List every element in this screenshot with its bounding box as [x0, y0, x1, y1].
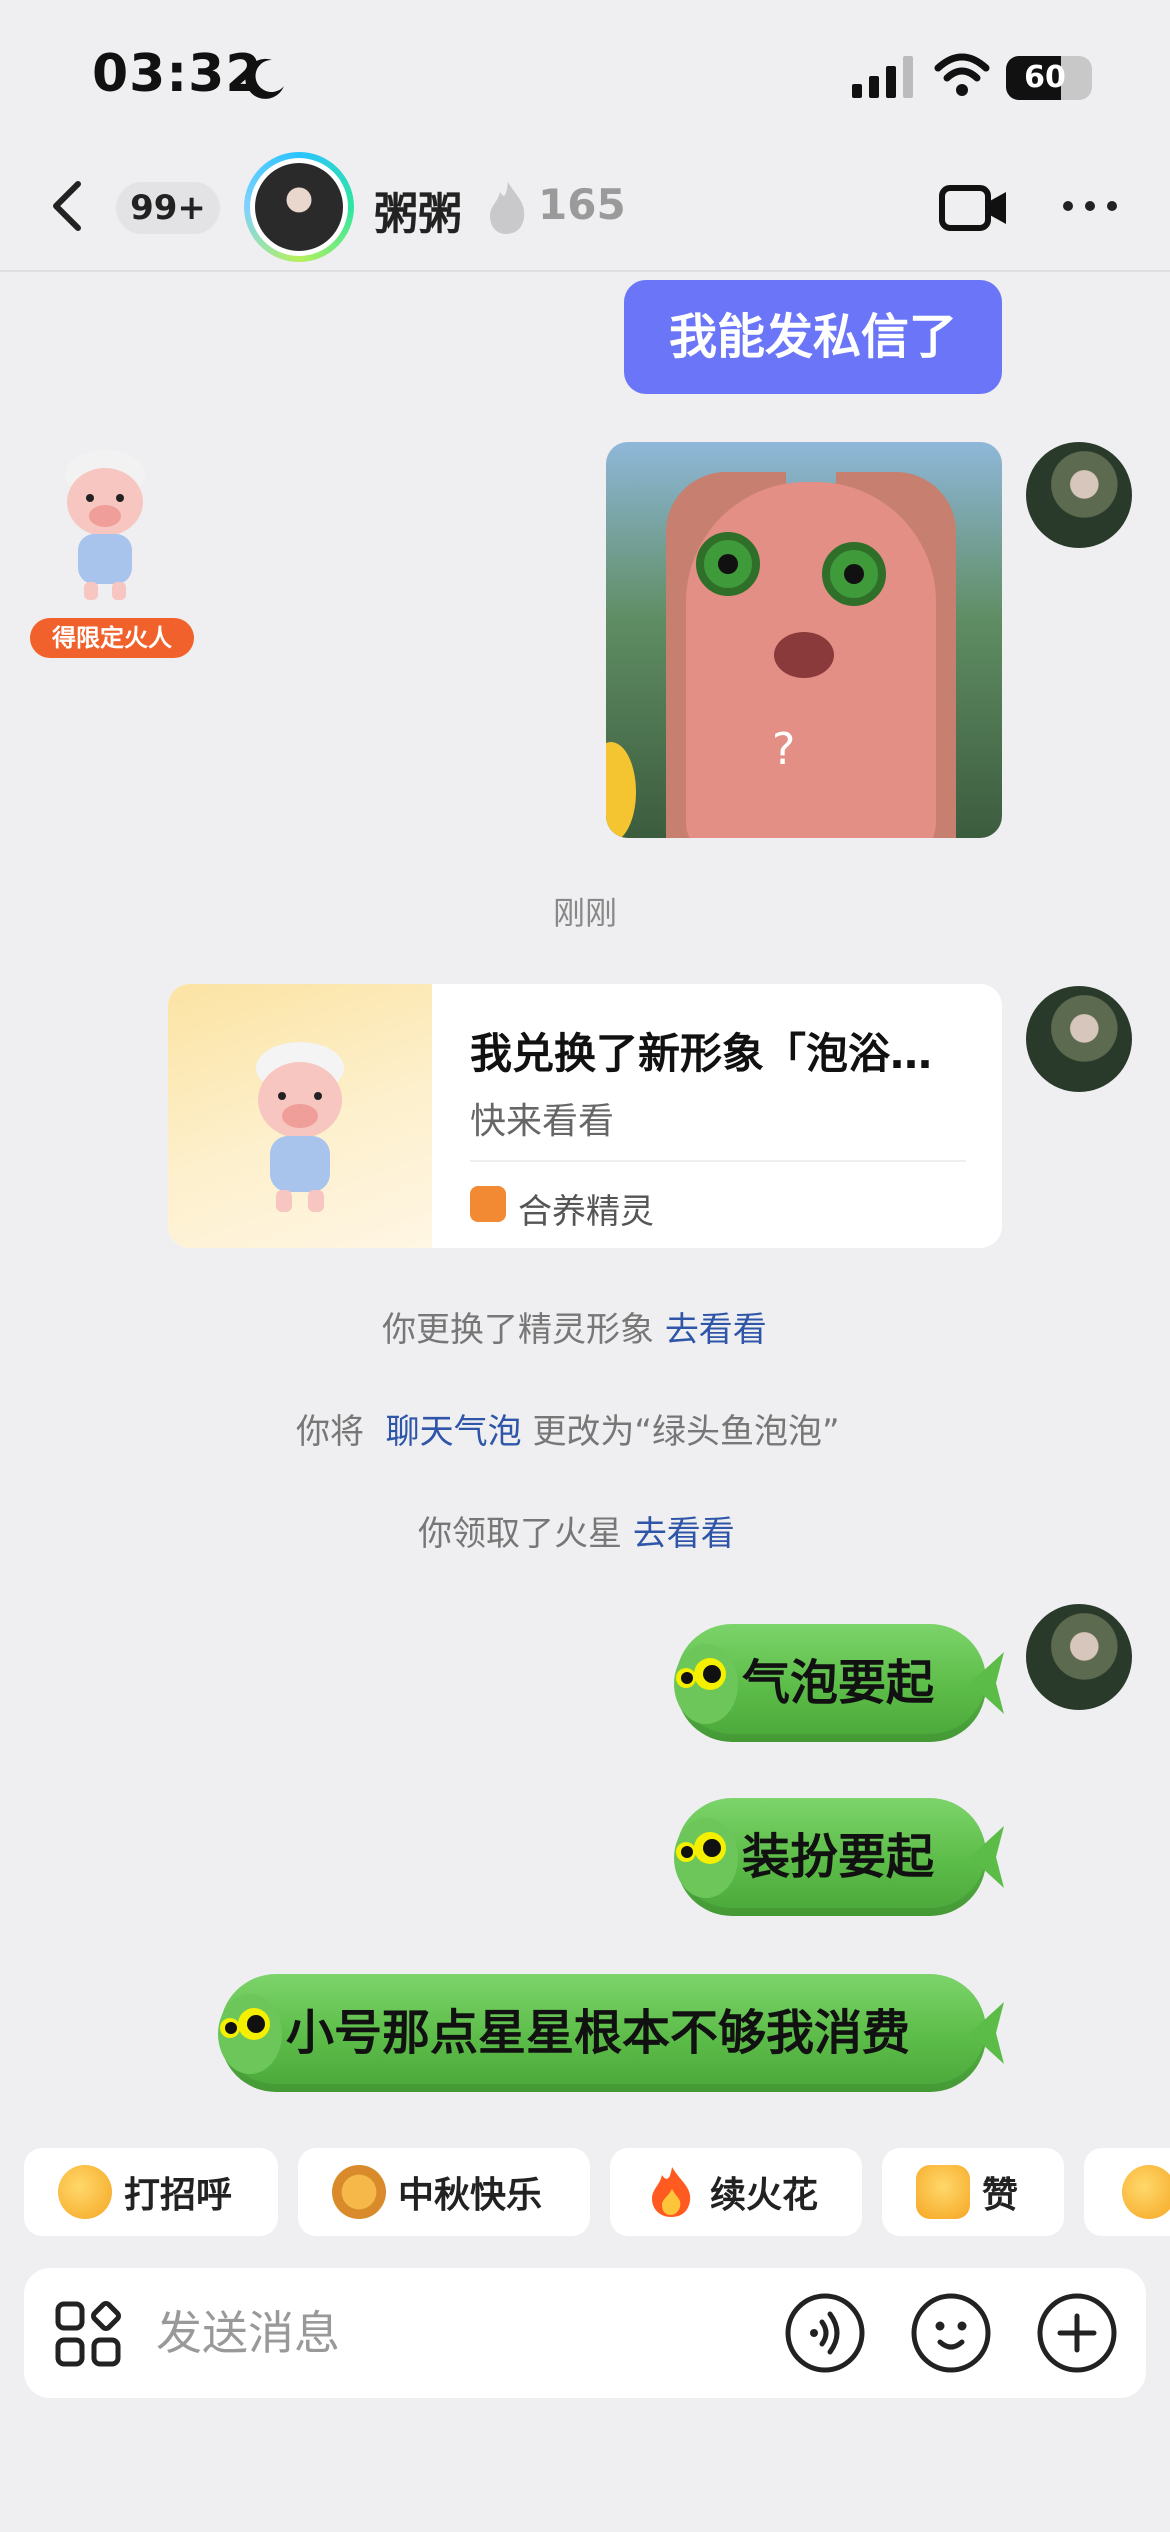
share-card[interactable]: 我兑换了新形象「泡浴… 快来看看 合养精灵: [168, 984, 1002, 1248]
unread-badge[interactable]: 99+: [116, 182, 220, 234]
sticker-caption: ?: [772, 724, 796, 775]
status-time: 03:32: [92, 44, 263, 104]
apps-grid-icon[interactable]: [54, 2300, 122, 2368]
flame-count: 165: [538, 180, 626, 229]
my-avatar[interactable]: [1026, 442, 1132, 548]
input-bar: [24, 2268, 1146, 2398]
header-divider: [0, 270, 1170, 272]
fish-bubble-text: 装扮要起: [742, 1829, 935, 1885]
card-image: [168, 984, 432, 1248]
pig-icon: [256, 1042, 344, 1212]
mooncake-icon: [332, 2165, 386, 2219]
voice-icon[interactable]: [784, 2292, 866, 2374]
quick-reply-chip[interactable]: 赞: [882, 2148, 1064, 2236]
contact-name[interactable]: 粥粥: [374, 178, 462, 242]
fish-bubble-message[interactable]: 小号那点星星根本不够我消费: [218, 1974, 1004, 2092]
quick-reply-chip[interactable]: 打招呼: [24, 2148, 278, 2236]
system-message: 你更换了精灵形象 去看看: [382, 1302, 767, 1351]
quick-reply-label: 续火花: [710, 2175, 819, 2216]
view-link[interactable]: 去看看: [665, 1310, 767, 1350]
plus-icon[interactable]: [1036, 2292, 1118, 2374]
signal-icon: [852, 56, 913, 98]
card-subtitle: 快来看看: [470, 1101, 615, 1142]
message-input[interactable]: [156, 2296, 756, 2370]
battery-level: 60: [1024, 60, 1066, 95]
chat-bubble-link[interactable]: 聊天气泡: [386, 1412, 522, 1452]
fire-icon: [652, 2167, 691, 2217]
fish-bubble-text: 小号那点星星根本不够我消费: [286, 2005, 911, 2061]
system-text: 你领取了火星: [418, 1514, 622, 1554]
fish-bubble-text: 气泡要起: [742, 1655, 935, 1711]
battery-icon: 60: [1006, 56, 1092, 100]
system-message: 你领取了火星 去看看: [418, 1506, 735, 1555]
fish-head-icon: [674, 1818, 738, 1898]
sticker-image[interactable]: [606, 442, 1002, 838]
quick-reply-label: 赞: [982, 2175, 1019, 2216]
fish-head-icon: [218, 1994, 282, 2074]
wifi-icon: [934, 53, 990, 96]
time-label: 刚刚: [552, 894, 617, 932]
view-link[interactable]: 去看看: [633, 1514, 735, 1554]
quick-reply-chip[interactable]: [1084, 2148, 1170, 2236]
card-divider: [470, 1160, 966, 1162]
back-icon[interactable]: [40, 176, 100, 236]
quick-reply-label: 打招呼: [124, 2175, 233, 2216]
spirit-pig-icon[interactable]: [42, 436, 168, 606]
emoji-icon[interactable]: [910, 2292, 992, 2374]
quick-reply-label: 中秋快乐: [398, 2175, 543, 2216]
laugh-emoji-icon: [1122, 2165, 1170, 2219]
spirit-badge[interactable]: 得限定火人: [30, 618, 194, 658]
system-text: 你将: [296, 1412, 364, 1452]
my-avatar[interactable]: [1026, 1604, 1132, 1710]
system-message: 你将 聊天气泡 更改为“绿头鱼泡泡”: [296, 1404, 840, 1453]
fish-bubble-message[interactable]: 气泡要起: [674, 1624, 1004, 1742]
card-title: 我兑换了新形象「泡浴…: [470, 1029, 933, 1078]
fish-tail-icon: [970, 1826, 1004, 1888]
wave-emoji-icon: [58, 2165, 112, 2219]
fish-tail-icon: [970, 2002, 1004, 2064]
flame-icon: [490, 182, 525, 234]
system-text: 你更换了精灵形象: [382, 1310, 654, 1350]
card-app-name: 合养精灵: [518, 1192, 654, 1232]
contact-avatar[interactable]: [244, 152, 354, 262]
my-avatar[interactable]: [1026, 986, 1132, 1092]
quick-reply-chip[interactable]: 中秋快乐: [298, 2148, 590, 2236]
video-call-icon[interactable]: [938, 180, 1010, 236]
fish-tail-icon: [970, 1652, 1004, 1714]
outgoing-text-message[interactable]: 我能发私信了: [624, 280, 1002, 394]
thumbs-up-icon: [916, 2165, 970, 2219]
system-text: 更改为“绿头鱼泡泡”: [532, 1412, 840, 1452]
fish-bubble-message[interactable]: 装扮要起: [674, 1798, 1004, 1916]
app-icon: [470, 1186, 506, 1222]
more-icon[interactable]: [1060, 196, 1120, 216]
moon-icon: [245, 58, 284, 99]
quick-reply-chip[interactable]: 续火花: [610, 2148, 862, 2236]
fish-head-icon: [674, 1644, 738, 1724]
